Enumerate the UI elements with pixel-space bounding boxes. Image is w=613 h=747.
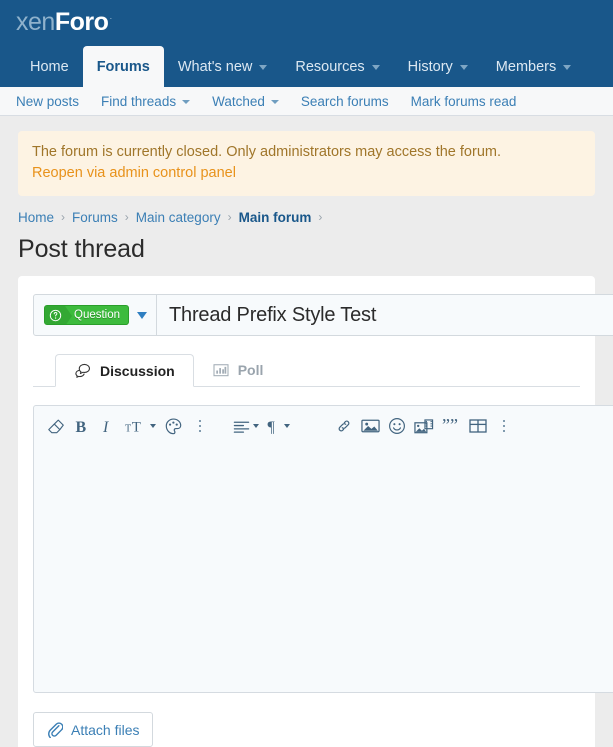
more-options-icon[interactable]	[491, 411, 517, 441]
chevron-down-icon	[563, 65, 572, 70]
chevron-down-icon	[259, 65, 268, 70]
thread-title-input[interactable]	[157, 295, 613, 336]
bold-icon[interactable]: B	[69, 411, 95, 441]
subnav-item-watched[interactable]: Watched	[201, 94, 290, 109]
thread-title-row: Question	[33, 294, 613, 337]
breadcrumb-separator-icon: ›	[61, 209, 66, 224]
thread-prefix-selector[interactable]: Question	[34, 295, 158, 336]
svg-text:B: B	[76, 419, 87, 435]
attach-files-button[interactable]: Attach files	[33, 712, 154, 747]
thread-prefix-badge: Question	[44, 305, 130, 326]
breadcrumb-item-home[interactable]: Home	[18, 210, 54, 225]
nav-item-label: Forums	[96, 58, 150, 75]
speech-bubble-icon	[74, 363, 91, 378]
subnav-item-label: Search forums	[300, 93, 389, 109]
paperclip-icon	[47, 721, 63, 739]
chevron-down-icon	[253, 424, 259, 429]
breadcrumb: Home › Forums › Main category › Main for…	[0, 196, 613, 226]
chevron-down-icon	[137, 311, 148, 319]
nav-item-label: Home	[30, 58, 69, 75]
reopen-admin-control-panel-link[interactable]: Reopen via admin control panel	[32, 163, 581, 184]
quote-icon[interactable]: ””	[438, 411, 465, 441]
chevron-down-icon	[459, 65, 468, 70]
nav-item-label: Members	[495, 58, 557, 75]
form-tabs: Discussion Poll	[33, 353, 580, 388]
chevron-down-icon	[284, 424, 290, 429]
subnav-item-label: Find threads	[101, 93, 177, 109]
question-circle-icon	[45, 306, 65, 325]
nav-item-whats-new[interactable]: What's new	[164, 46, 282, 87]
align-icon[interactable]	[229, 411, 263, 441]
breadcrumb-separator-icon: ›	[227, 209, 232, 224]
svg-text:T: T	[125, 423, 131, 434]
svg-text:T: T	[132, 419, 141, 434]
font-size-icon[interactable]: T T	[121, 411, 160, 441]
page-body: The forum is currently closed. Only admi…	[0, 131, 613, 747]
media-icon[interactable]	[410, 411, 438, 441]
text-color-icon[interactable]	[160, 411, 187, 441]
tab-discussion[interactable]: Discussion	[55, 354, 194, 388]
logo-text-primary: xen	[16, 8, 55, 36]
tab-poll[interactable]: Poll	[194, 353, 283, 386]
site-header: xenForo·	[0, 0, 613, 46]
page-title: Post thread	[18, 235, 145, 264]
nav-item-label: History	[407, 58, 453, 75]
nav-item-label: What's new	[177, 58, 253, 75]
chevron-down-icon	[150, 424, 156, 429]
attachment-row: Attach files	[33, 693, 580, 747]
post-thread-form-card: Question Discussion	[18, 276, 613, 747]
subnav-item-label: Mark forums read	[410, 93, 517, 109]
nav-item-forums[interactable]: Forums	[82, 46, 164, 87]
subnav-item-mark-forums-read[interactable]: Mark forums read	[400, 94, 528, 109]
svg-text:””: ””	[442, 418, 458, 434]
tab-label: Discussion	[100, 362, 175, 379]
vertical-dots-icon	[198, 419, 202, 433]
nav-item-resources[interactable]: Resources	[281, 46, 393, 87]
logo-trademark-mark: ·	[109, 12, 112, 23]
chevron-down-icon	[371, 65, 380, 70]
prefix-arrow-divider	[65, 306, 72, 325]
editor-toolbar: B I T T ¶ ””	[34, 406, 613, 446]
svg-text:¶: ¶	[268, 419, 276, 435]
main-navigation: Home Forums What's new Resources History…	[0, 46, 613, 87]
notice-message: The forum is currently closed. Only admi…	[32, 144, 501, 160]
chevron-down-icon	[182, 100, 191, 104]
chevron-down-icon	[270, 100, 279, 104]
insert-image-icon[interactable]	[357, 411, 384, 441]
more-text-options-icon[interactable]	[187, 411, 213, 441]
secondary-navigation: New posts Find threads Watched Search fo…	[0, 87, 613, 116]
nav-item-label: Resources	[295, 58, 365, 75]
message-editor-body[interactable]	[34, 446, 613, 692]
breadcrumb-separator-icon: ›	[124, 209, 129, 224]
breadcrumb-item-forums[interactable]: Forums	[72, 210, 118, 225]
bar-chart-icon	[213, 363, 229, 377]
forum-closed-notice: The forum is currently closed. Only admi…	[18, 131, 595, 197]
nav-item-members[interactable]: Members	[482, 46, 585, 87]
site-logo[interactable]: xenForo·	[16, 10, 112, 35]
subnav-item-label: Watched	[212, 93, 265, 109]
subnav-item-search-forums[interactable]: Search forums	[290, 94, 400, 109]
subnav-item-find-threads[interactable]: Find threads	[90, 94, 201, 109]
breadcrumb-separator-icon: ›	[318, 209, 323, 224]
vertical-dots-icon	[502, 419, 506, 433]
message-editor: B I T T ¶ ””	[33, 405, 613, 694]
link-icon[interactable]	[331, 411, 357, 441]
remove-formatting-icon[interactable]	[42, 411, 69, 441]
svg-text:I: I	[102, 419, 109, 435]
smilies-icon[interactable]	[384, 411, 410, 441]
breadcrumb-item-main-forum[interactable]: Main forum	[239, 210, 312, 225]
subnav-item-new-posts[interactable]: New posts	[16, 94, 90, 109]
breadcrumb-item-main-category[interactable]: Main category	[136, 210, 221, 225]
italic-icon[interactable]: I	[95, 411, 121, 441]
tab-label: Poll	[237, 361, 264, 378]
logo-text-secondary: Foro	[54, 8, 109, 36]
table-icon[interactable]	[465, 411, 491, 441]
subnav-item-label: New posts	[16, 93, 80, 109]
thread-prefix-label: Question	[74, 309, 121, 322]
nav-item-history[interactable]: History	[394, 46, 482, 87]
paragraph-icon[interactable]: ¶	[263, 411, 294, 441]
attach-files-label: Attach files	[71, 721, 140, 738]
nav-item-home[interactable]: Home	[16, 46, 83, 87]
